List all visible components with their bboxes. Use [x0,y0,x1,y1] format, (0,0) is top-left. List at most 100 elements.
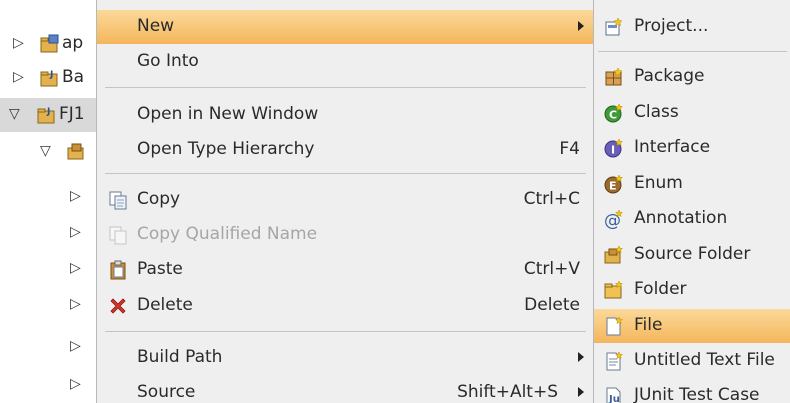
menu-separator [105,173,586,174]
menu-item-delete[interactable]: Delete Delete [97,289,594,323]
expand-icon[interactable]: ▷ [13,35,24,51]
package-explorer-tree: ▷ ap ▷ J Ba ▽ J FJ1 ▽ ▷ ▷ ▷ ▷ ▷ ▷ [0,0,96,403]
tree-row[interactable]: ▽ [0,135,96,169]
menu-separator [105,331,586,332]
submenu-item-label: Interface [634,137,711,157]
menu-item-label-text: New [137,16,175,36]
menu-item-label: Source [137,382,196,402]
tree-row[interactable]: ▷ [0,330,96,364]
menu-separator [105,87,586,88]
expand-icon[interactable]: ▷ [70,224,81,240]
tree-row[interactable]: ▷ [0,288,96,322]
menu-item-label: Copy Qualified Name [137,224,318,244]
svg-text:C: C [609,109,617,122]
menu-item-label: Copy [137,189,181,209]
submenu-item-package[interactable]: Package [594,60,790,94]
submenu-item-label: Class [634,102,679,122]
menu-item-copy-qualified-name[interactable]: Copy Qualified Name [97,218,594,252]
junit-test-case-icon: Ju [606,387,621,403]
package-icon [605,67,623,86]
menu-item-new[interactable]: New [97,10,594,44]
menu-item-label: Go Into [137,51,199,71]
menu-item-label: Open Type Hierarchy [137,139,315,159]
submenu-item-project[interactable]: Project... [594,10,790,44]
java-project-icon: J [37,107,55,124]
tree-row-selected[interactable]: ▽ J FJ1 [0,98,96,132]
collapse-icon[interactable]: ▽ [9,106,20,122]
tree-row[interactable]: ▷ [0,180,96,214]
svg-text:J: J [49,70,53,80]
submenu-item-file[interactable]: File [594,309,790,343]
menu-item-label: Paste [137,259,183,279]
folder-icon [604,280,623,299]
expand-icon[interactable]: ▷ [70,188,81,204]
svg-text:J: J [46,107,50,117]
submenu-item-label: Package [634,66,705,86]
submenu-item-folder[interactable]: Folder [594,273,790,307]
submenu-item-label: File [634,315,663,335]
menu-item-build-path[interactable]: Build Path [97,341,594,375]
submenu-item-enum[interactable]: E Enum [594,167,790,201]
tree-label: Ba [62,67,85,87]
text-file-icon [606,351,623,371]
new-project-icon [605,17,623,36]
submenu-arrow-icon [578,352,584,362]
svg-text:E: E [609,180,617,193]
new-submenu: Project... Package C Class I Interface E [593,0,790,403]
submenu-item-junit-test-case[interactable]: Ju JUnit Test Case [594,379,790,403]
java-project-icon [40,34,59,53]
java-project-icon: J [40,70,58,87]
expand-icon[interactable]: ▷ [13,69,24,85]
tree-row[interactable]: ▷ [0,252,96,286]
interface-icon: I [604,138,623,158]
source-folder-icon [604,245,623,264]
submenu-item-label: Untitled Text File [634,350,775,370]
menu-item-go-into[interactable]: Go Into [97,45,594,79]
copy-icon [109,191,127,210]
annotation-icon: @ [604,209,623,229]
copy-qualified-name-icon [109,226,127,245]
submenu-item-label: Source Folder [634,244,751,264]
menu-separator [598,51,787,52]
submenu-item-class[interactable]: C Class [594,96,790,130]
submenu-arrow-icon [578,21,584,31]
tree-row[interactable]: ▷ ap [0,27,96,61]
source-folder-icon [67,143,84,160]
expand-icon[interactable]: ▷ [70,338,81,354]
tree-row[interactable]: ▷ [0,216,96,250]
submenu-arrow-icon [578,387,584,397]
menu-item-open-type-hierarchy[interactable]: Open Type Hierarchy F4 [97,133,594,167]
svg-text:Ju: Ju [608,394,620,403]
enum-icon: E [604,174,623,194]
submenu-item-label: JUnit Test Case [634,385,760,403]
submenu-item-label: Annotation [634,208,728,228]
paste-icon [110,260,126,280]
submenu-item-annotation[interactable]: @ Annotation [594,202,790,236]
context-menu: New Go Into Open in New Window Open Type… [96,0,594,403]
menu-item-source[interactable]: Source Shift+Alt+S [97,376,594,403]
menu-item-label: Delete [137,295,193,315]
menu-item-paste[interactable]: Paste Ctrl+V [97,253,594,287]
tree-row[interactable]: ▷ [0,368,96,402]
submenu-item-source-folder[interactable]: Source Folder [594,238,790,272]
expand-icon[interactable]: ▷ [70,296,81,312]
menu-item-label: Open in New Window [137,104,319,124]
submenu-item-label: Enum [634,173,683,193]
menu-item-accelerator: Ctrl+C [523,189,580,209]
menu-item-accelerator: Delete [524,295,580,315]
menu-item-accelerator: Shift+Alt+S [457,382,558,402]
submenu-item-interface[interactable]: I Interface [594,131,790,165]
menu-item-label: New [137,16,174,36]
menu-item-open-in-new-window[interactable]: Open in New Window [97,98,594,132]
menu-item-accelerator: F4 [559,139,580,159]
tree-row[interactable]: ▷ J Ba [0,61,96,95]
expand-icon[interactable]: ▷ [70,376,81,392]
menu-item-label: Build Path [137,347,223,367]
menu-item-copy[interactable]: Copy Ctrl+C [97,183,594,217]
submenu-item-untitled-text-file[interactable]: Untitled Text File [594,344,790,378]
class-icon: C [604,103,623,123]
collapse-icon[interactable]: ▽ [40,143,51,159]
tree-label: ap [62,33,84,53]
expand-icon[interactable]: ▷ [70,260,81,276]
svg-text:I: I [611,144,615,157]
